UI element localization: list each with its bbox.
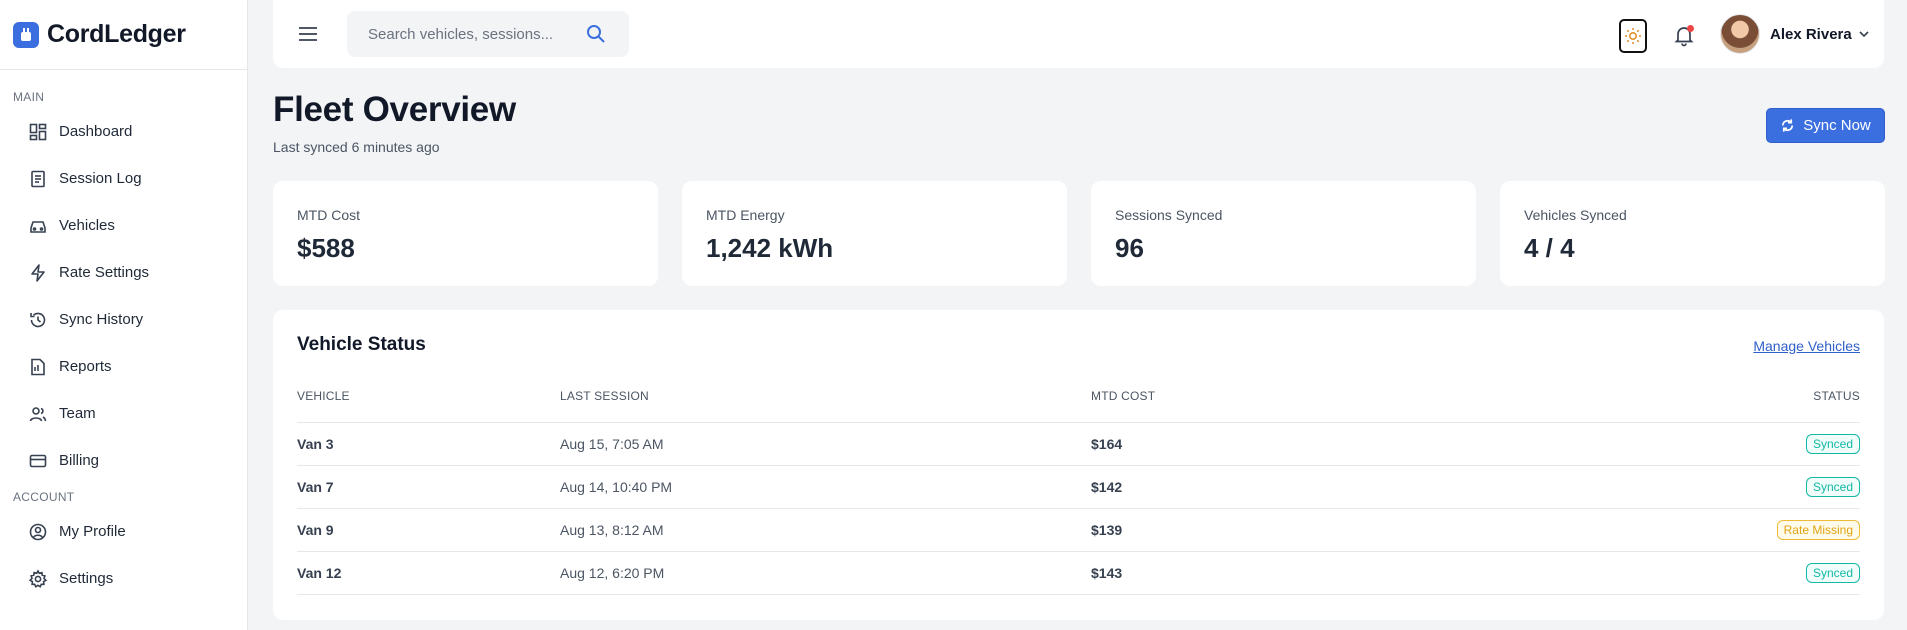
table-row[interactable]: Van 12 Aug 12, 6:20 PM $143 Synced (297, 551, 1860, 595)
report-icon (31, 358, 45, 375)
sidebar-item-vehicles[interactable]: Vehicles (0, 202, 247, 249)
panel-title: Vehicle Status (297, 334, 426, 355)
stat-card-sessions-synced: Sessions Synced 96 (1091, 181, 1476, 286)
column-header-status[interactable]: STATUS (1591, 370, 1860, 423)
last-session-cell: Aug 15, 7:05 AM (560, 422, 1091, 466)
brand-name: CordLedger (47, 20, 186, 48)
vehicle-cell: Van 7 (297, 465, 560, 509)
sidebar-item-reports[interactable]: Reports (0, 343, 247, 390)
table-header-row: VEHICLE LAST SESSION MTD COST STATUS (297, 370, 1860, 423)
status-cell: Rate Missing (1591, 508, 1860, 552)
mtd-cost-cell: $142 (1091, 465, 1591, 509)
sidebar-item-label: Billing (59, 452, 100, 469)
brand[interactable]: CordLedger (0, 0, 247, 70)
user-name: Alex Rivera (1770, 25, 1852, 43)
sun-icon (1625, 28, 1641, 44)
plug-logo-icon (13, 21, 39, 48)
sidebar-item-label: Team (59, 405, 96, 422)
sidebar-item-my-profile[interactable]: My Profile (0, 508, 247, 555)
search-box (347, 11, 629, 57)
menu-icon[interactable] (297, 24, 319, 44)
last-session-cell: Aug 14, 10:40 PM (560, 465, 1091, 509)
section-label-main: MAIN (13, 90, 45, 104)
stat-value: 1,242 kWh (706, 233, 834, 263)
status-badge: Synced (1805, 476, 1860, 497)
mtd-cost-cell: $164 (1091, 422, 1591, 466)
theme-toggle-button[interactable] (1619, 19, 1647, 53)
sidebar-item-label: My Profile (59, 523, 126, 540)
vehicle-cell: Van 9 (297, 508, 560, 552)
status-badge: Rate Missing (1776, 519, 1860, 540)
column-header-vehicle[interactable]: VEHICLE (297, 370, 560, 423)
sidebar-item-label: Dashboard (59, 123, 133, 140)
stat-card-mtd-energy: MTD Energy 1,242 kWh (682, 181, 1067, 286)
notification-dot (1687, 25, 1694, 32)
last-session-cell: Aug 13, 8:12 AM (560, 508, 1091, 552)
sidebar-item-label: Vehicles (59, 217, 115, 234)
section-label-account: ACCOUNT (13, 490, 75, 504)
sync-now-label: Sync Now (1803, 117, 1871, 134)
sidebar-item-dashboard[interactable]: Dashboard (0, 108, 247, 155)
stat-value: $588 (297, 233, 355, 263)
stat-value: 4 / 4 (1524, 233, 1575, 263)
status-badge: Synced (1805, 433, 1860, 454)
car-icon (30, 220, 46, 233)
sidebar-item-team[interactable]: Team (0, 390, 247, 437)
status-cell: Synced (1591, 551, 1860, 595)
table-row[interactable]: Van 3 Aug 15, 7:05 AM $164 Synced (297, 422, 1860, 466)
user-menu[interactable]: Alex Rivera (1720, 14, 1870, 54)
sync-now-button[interactable]: Sync Now (1766, 108, 1885, 143)
vehicle-status-panel: Vehicle Status Manage Vehicles VEHICLE L… (273, 310, 1884, 620)
chevron-down-icon (1859, 31, 1869, 38)
sidebar-item-label: Session Log (59, 170, 142, 187)
stat-label: MTD Energy (706, 207, 785, 223)
mtd-cost-cell: $139 (1091, 508, 1591, 552)
sidebar: CordLedger MAIN Dashboard Session Log Ve… (0, 0, 248, 630)
sidebar-item-rate-settings[interactable]: Rate Settings (0, 249, 247, 296)
stat-label: Sessions Synced (1115, 207, 1223, 223)
column-header-last-session[interactable]: LAST SESSION (560, 370, 1091, 423)
team-icon (29, 406, 47, 421)
table-row[interactable]: Van 9 Aug 13, 8:12 AM $139 Rate Missing (297, 508, 1860, 552)
table-row[interactable]: Van 7 Aug 14, 10:40 PM $142 Synced (297, 465, 1860, 509)
session-log-icon (31, 170, 45, 187)
stat-card-vehicles-synced: Vehicles Synced 4 / 4 (1500, 181, 1885, 286)
stat-card-mtd-cost: MTD Cost $588 (273, 181, 658, 286)
notifications-button[interactable] (1671, 22, 1697, 48)
sidebar-item-label: Sync History (59, 311, 144, 328)
sidebar-item-label: Settings (59, 570, 114, 587)
sidebar-item-sync-history[interactable]: Sync History (0, 296, 247, 343)
vehicle-status-table: VEHICLE LAST SESSION MTD COST STATUS Van… (297, 370, 1860, 595)
stat-label: Vehicles Synced (1524, 207, 1627, 223)
status-badge: Synced (1805, 562, 1860, 583)
page-title: Fleet Overview (273, 90, 516, 129)
column-header-mtd-cost[interactable]: MTD COST (1091, 370, 1591, 423)
mtd-cost-cell: $143 (1091, 551, 1591, 595)
search-input[interactable] (347, 25, 567, 43)
vehicle-cell: Van 3 (297, 422, 560, 466)
sidebar-item-label: Reports (59, 358, 112, 375)
sidebar-item-billing[interactable]: Billing (0, 437, 247, 484)
manage-vehicles-link[interactable]: Manage Vehicles (1753, 338, 1860, 354)
sidebar-item-settings[interactable]: Settings (0, 555, 247, 602)
credit-card-icon (29, 454, 47, 467)
search-icon[interactable] (585, 23, 607, 45)
stat-label: MTD Cost (297, 207, 360, 223)
stat-value: 96 (1115, 233, 1144, 263)
avatar (1720, 14, 1760, 54)
last-synced-text: Last synced 6 minutes ago (273, 139, 440, 155)
sidebar-item-label: Rate Settings (59, 264, 150, 281)
vehicle-cell: Van 12 (297, 551, 560, 595)
last-session-cell: Aug 12, 6:20 PM (560, 551, 1091, 595)
status-cell: Synced (1591, 422, 1860, 466)
history-icon (30, 312, 46, 327)
bolt-icon (31, 263, 45, 282)
user-circle-icon (29, 523, 47, 540)
dashboard-icon (29, 123, 47, 140)
sidebar-item-session-log[interactable]: Session Log (0, 155, 247, 202)
sync-icon (1782, 119, 1794, 132)
gear-icon (28, 568, 48, 588)
status-cell: Synced (1591, 465, 1860, 509)
topbar: Alex Rivera (273, 0, 1884, 68)
